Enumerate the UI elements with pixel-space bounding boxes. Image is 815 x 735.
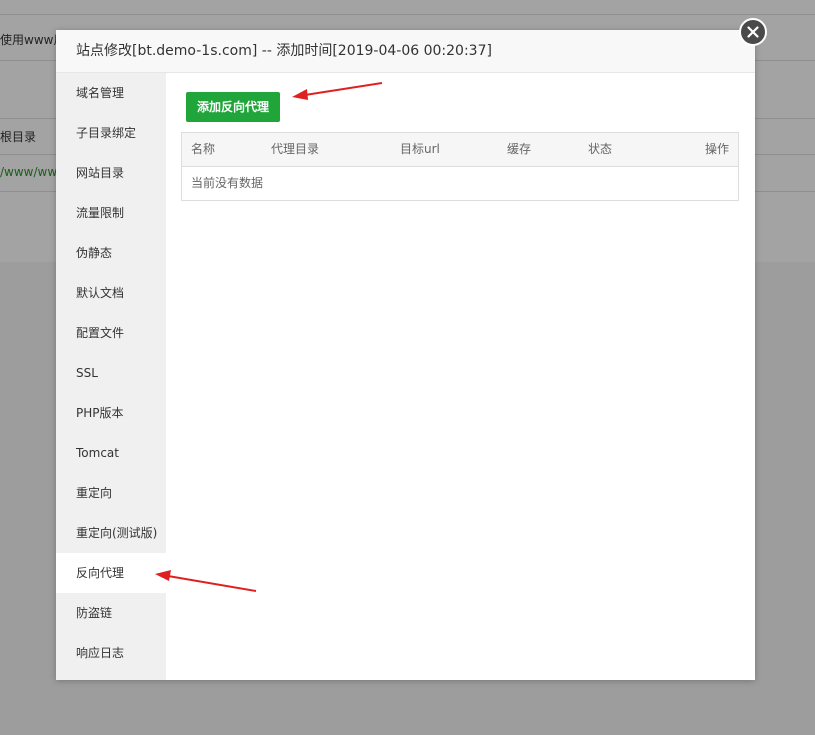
dialog-sidebar: 域名管理 子目录绑定 网站目录 流量限制 伪静态 默认文档 配置文件 SSL P… xyxy=(56,73,166,680)
column-header-target-url: 目标url xyxy=(400,142,440,156)
sidebar-item-hotlink-protection[interactable]: 防盗链 xyxy=(56,593,166,633)
sidebar-item-ssl[interactable]: SSL xyxy=(56,353,166,393)
table-empty-row: 当前没有数据 xyxy=(191,176,264,190)
sidebar-item-config-file[interactable]: 配置文件 xyxy=(56,313,166,353)
sidebar-item-php-version[interactable]: PHP版本 xyxy=(56,393,166,433)
site-edit-dialog: 站点修改[bt.demo-1s.com] -- 添加时间[2019-04-06 … xyxy=(56,30,755,680)
sidebar-item-redirect[interactable]: 重定向 xyxy=(56,473,166,513)
sidebar-item-tomcat[interactable]: Tomcat xyxy=(56,433,166,473)
close-icon[interactable] xyxy=(739,18,767,46)
column-header-status: 状态 xyxy=(588,142,613,156)
proxy-table: 名称 代理目录 目标url 缓存 状态 操作 当前没有数据 xyxy=(181,132,739,201)
sidebar-item-response-log[interactable]: 响应日志 xyxy=(56,633,166,673)
sidebar-item-reverse-proxy[interactable]: 反向代理 xyxy=(56,553,166,593)
sidebar-item-subdirectory[interactable]: 子目录绑定 xyxy=(56,113,166,153)
dialog-title: 站点修改[bt.demo-1s.com] -- 添加时间[2019-04-06 … xyxy=(56,30,755,73)
sidebar-item-rewrite[interactable]: 伪静态 xyxy=(56,233,166,273)
bg-column-header: 根目录 xyxy=(0,130,37,144)
sidebar-item-redirect-beta[interactable]: 重定向(测试版) xyxy=(56,513,166,553)
bg-divider xyxy=(0,14,815,15)
column-header-proxy-dir: 代理目录 xyxy=(271,142,320,156)
column-header-actions: 操作 xyxy=(704,142,729,156)
sidebar-item-traffic-limit[interactable]: 流量限制 xyxy=(56,193,166,233)
sidebar-item-domain[interactable]: 域名管理 xyxy=(56,73,166,113)
sidebar-item-default-doc[interactable]: 默认文档 xyxy=(56,273,166,313)
column-header-name: 名称 xyxy=(191,142,216,156)
reverse-proxy-panel: 添加反向代理 名称 代理目录 目标url 缓存 状态 操作 当前没有数据 xyxy=(166,73,755,680)
sidebar-item-site-directory[interactable]: 网站目录 xyxy=(56,153,166,193)
add-reverse-proxy-button[interactable]: 添加反向代理 xyxy=(186,92,280,122)
table-header: 名称 代理目录 目标url 缓存 状态 操作 xyxy=(182,133,738,167)
column-header-cache: 缓存 xyxy=(507,142,532,156)
